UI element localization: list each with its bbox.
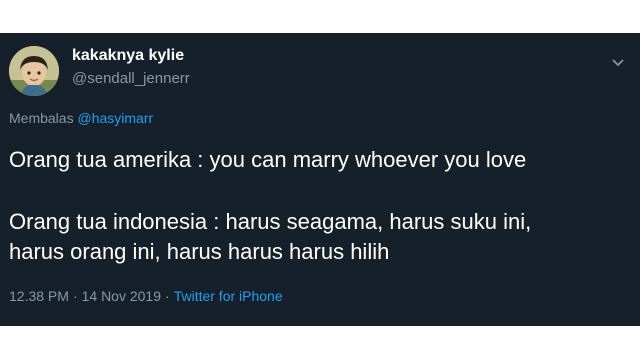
reply-prefix: Membalas [9, 110, 74, 126]
user-handle[interactable]: @sendall_jennerr [72, 70, 190, 87]
tweet-text-line: Orang tua amerika : you can marry whoeve… [9, 147, 527, 172]
tweet-text-line: harus orang ini, harus harus harus hilih [9, 239, 390, 264]
display-name[interactable]: kakaknya kylie [72, 47, 184, 65]
avatar-image [9, 46, 59, 96]
tweet-date[interactable]: 14 Nov 2019 [82, 288, 161, 304]
tweet-card: kakaknya kylie @sendall_jennerr Membalas… [0, 33, 640, 326]
tweet-meta: 12.38 PM · 14 Nov 2019 · Twitter for iPhone [9, 288, 283, 304]
tweet-text-line: Orang tua indonesia : harus seagama, har… [9, 209, 532, 234]
reply-mention-link[interactable]: @hasyimarr [77, 110, 153, 126]
avatar[interactable] [9, 46, 59, 96]
meta-separator: · [72, 288, 78, 304]
tweet-time[interactable]: 12.38 PM [9, 288, 69, 304]
chevron-down-icon[interactable] [611, 55, 625, 67]
meta-separator: · [165, 288, 170, 304]
tweet-source-link[interactable]: Twitter for iPhone [174, 288, 283, 304]
reply-context: Membalas @hasyimarr [9, 110, 153, 126]
